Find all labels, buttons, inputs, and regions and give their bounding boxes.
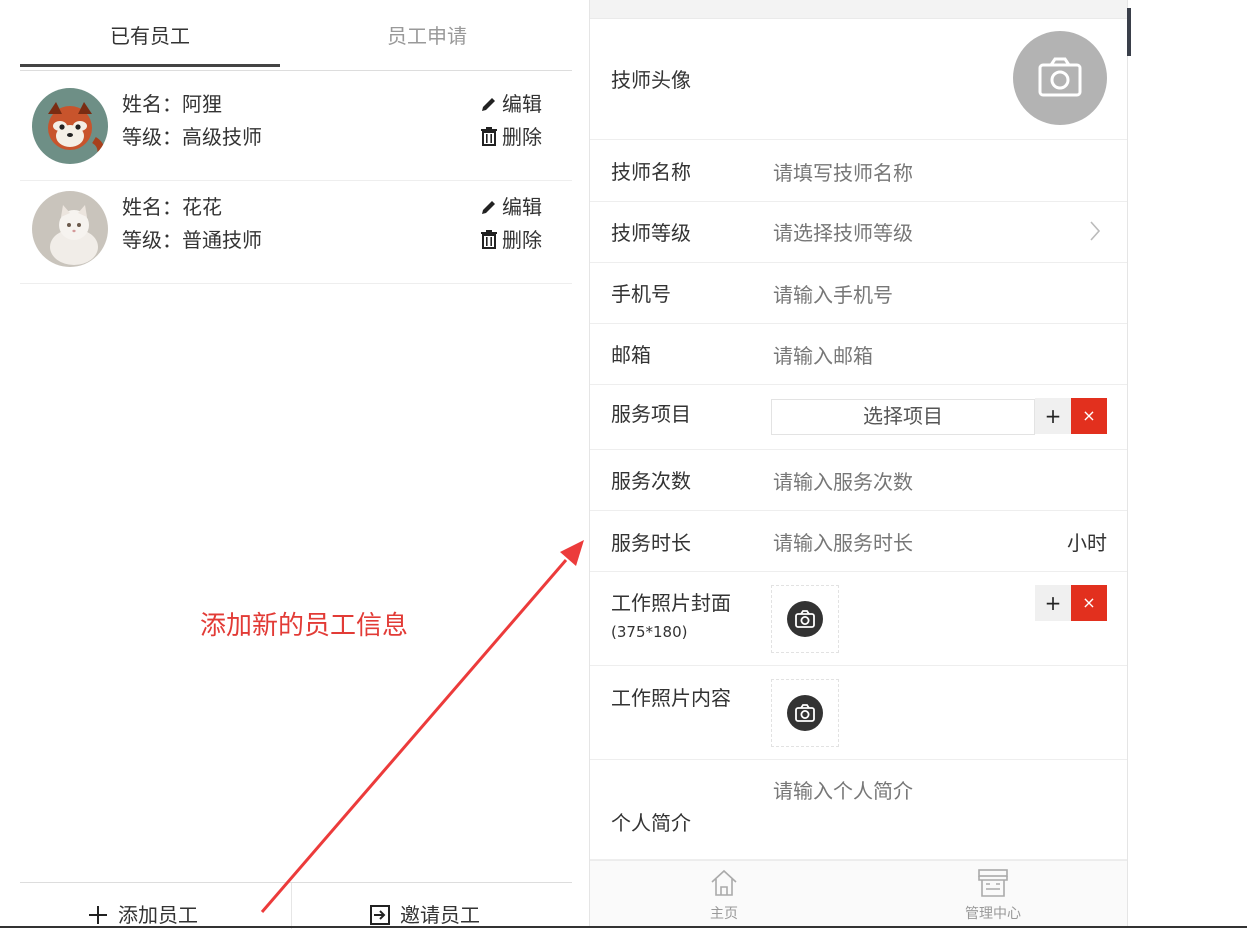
pencil-icon (482, 98, 495, 111)
bio-label: 个人简介 (611, 811, 691, 835)
photo-content-upload[interactable] (771, 679, 839, 747)
chevron-right-icon (1090, 221, 1101, 241)
trash-icon (481, 230, 497, 249)
employee-list-panel: 已有员工 员工申请 姓名：阿狸 等级：高级技师 编辑 删除 姓名：花花 等级：普… (20, 8, 572, 929)
camera-icon (1038, 57, 1082, 97)
invite-employee-button[interactable]: 邀请员工 (370, 883, 480, 929)
edit-label: 编辑 (502, 92, 542, 116)
bio-row: 个人简介 请输入个人简介 (590, 760, 1127, 860)
service-duration-row: 服务时长 请输入服务时长 小时 (590, 511, 1127, 572)
store-icon (978, 869, 1008, 897)
scrollbar-thumb[interactable] (1127, 8, 1131, 56)
red-panda-avatar (32, 88, 108, 164)
photo-content-row: 工作照片内容 (590, 666, 1127, 760)
edit-button[interactable]: 编辑 (480, 191, 542, 220)
home-icon (711, 869, 737, 896)
avatar-label: 技师头像 (611, 68, 691, 92)
avatar-upload-button[interactable] (1013, 31, 1107, 125)
bio-textarea[interactable]: 请输入个人简介 (773, 775, 913, 804)
sign-in-icon (370, 905, 390, 925)
employee-name: 姓名：阿狸 (122, 92, 222, 116)
phone-input[interactable]: 请输入手机号 (773, 279, 893, 308)
name-label: 技师名称 (611, 160, 691, 184)
name-row: 技师名称 请填写技师名称 (590, 140, 1127, 202)
delete-button[interactable]: 删除 (480, 121, 542, 150)
service-item-label: 服务项目 (611, 402, 691, 426)
add-employee-label: 添加员工 (118, 903, 198, 927)
cat-avatar (32, 191, 108, 267)
email-row: 邮箱 请输入邮箱 (590, 324, 1127, 385)
annotation-text: 添加新的员工信息 (200, 611, 409, 641)
delete-label: 删除 (502, 228, 542, 252)
tab-home[interactable]: 主页 (664, 861, 784, 927)
top-bar (590, 0, 1127, 19)
service-item-row: 服务项目 选择项目 + × (590, 385, 1127, 450)
edit-button[interactable]: 编辑 (480, 88, 542, 117)
tab-employee-applications[interactable]: 员工申请 (282, 8, 572, 70)
level-select[interactable]: 请选择技师等级 (773, 217, 913, 246)
photo-cover-size-note: (375*180) (611, 623, 688, 641)
photo-cover-upload[interactable] (771, 585, 839, 653)
service-duration-label: 服务时长 (611, 531, 691, 555)
list-item: 姓名：花花 等级：普通技师 编辑 删除 (20, 181, 572, 284)
delete-label: 删除 (502, 125, 542, 149)
photo-cover-label: 工作照片封面 (611, 591, 731, 615)
service-count-label: 服务次数 (611, 469, 691, 493)
active-tab-indicator (20, 64, 280, 67)
service-duration-input[interactable]: 请输入服务时长 (773, 527, 913, 556)
edit-label: 编辑 (502, 195, 542, 219)
service-count-row: 服务次数 请输入服务次数 (590, 450, 1127, 511)
employee-actions-bar: 添加员工 邀请员工 (20, 882, 572, 929)
add-employee-button[interactable]: 添加员工 (88, 883, 198, 929)
invite-employee-label: 邀请员工 (400, 903, 480, 927)
photo-content-label: 工作照片内容 (611, 686, 731, 710)
employee-level: 等级：普通技师 (122, 228, 262, 252)
remove-cover-button[interactable]: × (1071, 585, 1107, 621)
phone-label: 手机号 (611, 282, 671, 306)
bottom-tab-bar: 主页 管理中心 (590, 860, 1127, 927)
add-service-button[interactable]: + (1035, 398, 1071, 434)
tab-home-label: 主页 (710, 906, 738, 922)
tab-existing-employees[interactable]: 已有员工 (20, 8, 280, 70)
tab-management-label: 管理中心 (965, 906, 1021, 922)
name-input[interactable]: 请填写技师名称 (773, 157, 913, 186)
divider (291, 883, 292, 929)
employee-name: 姓名：花花 (122, 195, 222, 219)
list-item: 姓名：阿狸 等级：高级技师 编辑 删除 (20, 78, 572, 181)
service-item-select[interactable]: 选择项目 (771, 399, 1035, 435)
level-label: 技师等级 (611, 221, 691, 245)
employee-level: 等级：高级技师 (122, 125, 262, 149)
employee-tabs: 已有员工 员工申请 (20, 8, 572, 71)
add-cover-button[interactable]: + (1035, 585, 1071, 621)
service-count-input[interactable]: 请输入服务次数 (773, 466, 913, 495)
duration-unit: 小时 (1067, 531, 1107, 555)
delete-button[interactable]: 删除 (480, 224, 542, 253)
trash-icon (481, 127, 497, 146)
photo-cover-row: 工作照片封面 (375*180) + × (590, 572, 1127, 666)
remove-service-button[interactable]: × (1071, 398, 1107, 434)
plus-icon (89, 906, 107, 924)
phone-row: 手机号 请输入手机号 (590, 263, 1127, 324)
pencil-icon (482, 201, 495, 214)
level-row[interactable]: 技师等级 请选择技师等级 (590, 202, 1127, 263)
tab-management-center[interactable]: 管理中心 (933, 861, 1053, 927)
email-label: 邮箱 (611, 343, 651, 367)
camera-icon (787, 601, 823, 637)
technician-form-panel: 技师头像 技师名称 请填写技师名称 技师等级 请选择技师等级 手机号 请输入手机… (589, 0, 1128, 927)
camera-icon (787, 695, 823, 731)
email-input[interactable]: 请输入邮箱 (773, 340, 873, 369)
